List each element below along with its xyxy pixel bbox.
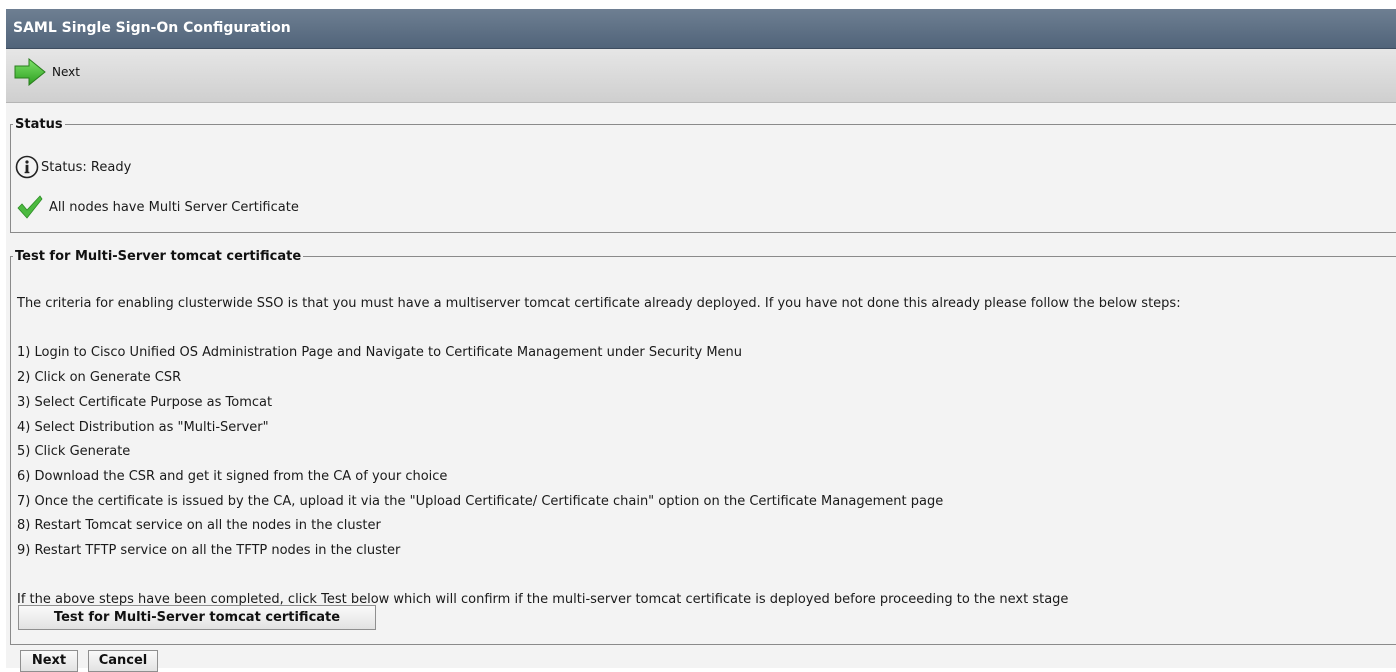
- step-8: 8) Restart Tomcat service on all the nod…: [17, 518, 381, 534]
- step-4: 4) Select Distribution as "Multi-Server": [17, 419, 269, 435]
- cancel-button[interactable]: Cancel: [88, 650, 158, 672]
- step-1: 1) Login to Cisco Unified OS Administrat…: [17, 345, 743, 361]
- status-text: Status: Ready: [41, 159, 132, 175]
- checkmark-icon: [17, 195, 43, 219]
- bottom-next-button[interactable]: Next: [20, 650, 78, 672]
- title-bar: SAML Single Sign-On Configuration: [6, 9, 1396, 49]
- step-5: 5) Click Generate: [17, 444, 131, 460]
- next-arrow-icon: [14, 58, 46, 86]
- info-icon: [15, 155, 39, 179]
- test-section: Test for Multi-Server tomcat certificate…: [10, 249, 1396, 645]
- toolbar-next-label: Next: [52, 65, 80, 79]
- status-legend: Status: [15, 117, 63, 132]
- step-3: 3) Select Certificate Purpose as Tomcat: [17, 394, 273, 410]
- test-intro: The criteria for enabling clusterwide SS…: [17, 296, 1181, 311]
- step-9: 9) Restart TFTP service on all the TFTP …: [17, 543, 401, 559]
- test-legend: Test for Multi-Server tomcat certificate: [15, 249, 302, 264]
- step-6: 6) Download the CSR and get it signed fr…: [17, 468, 448, 484]
- cert-status-text: All nodes have Multi Server Certificate: [49, 199, 299, 215]
- toolbar-next-button[interactable]: Next: [14, 58, 80, 86]
- page-title: SAML Single Sign-On Configuration: [13, 20, 291, 36]
- test-certificate-button[interactable]: Test for Multi-Server tomcat certificate: [18, 605, 376, 630]
- step-2: 2) Click on Generate CSR: [17, 370, 182, 386]
- toolbar: Next: [6, 49, 1396, 103]
- status-section: Status Status: Ready All nodes have Mult…: [10, 117, 1396, 233]
- step-7: 7) Once the certificate is issued by the…: [17, 493, 944, 509]
- main-content: Status Status: Ready All nodes have Mult…: [6, 103, 1396, 668]
